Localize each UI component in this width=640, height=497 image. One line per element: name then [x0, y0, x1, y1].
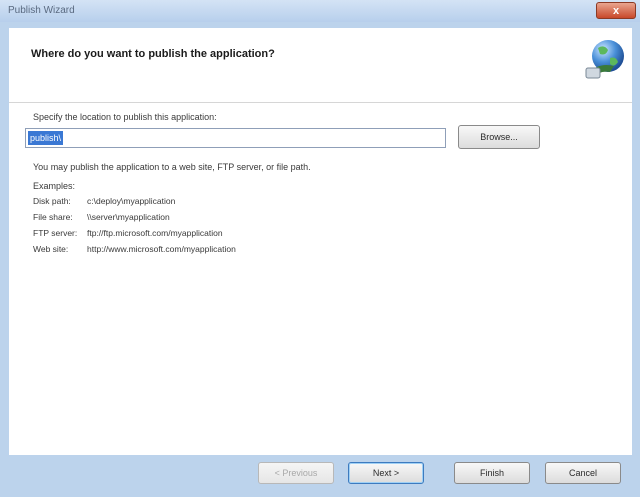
- publish-location-input[interactable]: [25, 128, 446, 148]
- example-value: http://www.microsoft.com/myapplication: [87, 244, 236, 254]
- example-value: c:\deploy\myapplication: [87, 196, 176, 206]
- location-input-value: publish\: [28, 131, 64, 145]
- next-button[interactable]: Next >: [348, 462, 424, 484]
- close-button[interactable]: x: [596, 2, 636, 19]
- examples-label: Examples:: [33, 181, 76, 191]
- wizard-header: Where do you want to publish the applica…: [9, 28, 632, 103]
- title-bar[interactable]: Publish Wizard x: [0, 0, 640, 22]
- finish-button[interactable]: Finish: [454, 462, 530, 484]
- location-prompt: Specify the location to publish this app…: [33, 112, 217, 122]
- example-value: ftp://ftp.microsoft.com/myapplication: [87, 228, 223, 238]
- page-title: Where do you want to publish the applica…: [31, 48, 275, 60]
- publish-description: You may publish the application to a web…: [33, 162, 311, 172]
- example-value: \\server\myapplication: [87, 212, 170, 222]
- globe-icon: [585, 40, 624, 79]
- browse-button[interactable]: Browse...: [458, 125, 540, 149]
- wizard-content: [9, 103, 632, 455]
- close-icon: x: [612, 5, 620, 17]
- previous-button[interactable]: < Previous: [258, 462, 334, 484]
- publish-wizard-window: Publish Wizard x Where do you want to pu…: [0, 0, 640, 497]
- window-title: Publish Wizard: [8, 5, 75, 16]
- cancel-button[interactable]: Cancel: [545, 462, 621, 484]
